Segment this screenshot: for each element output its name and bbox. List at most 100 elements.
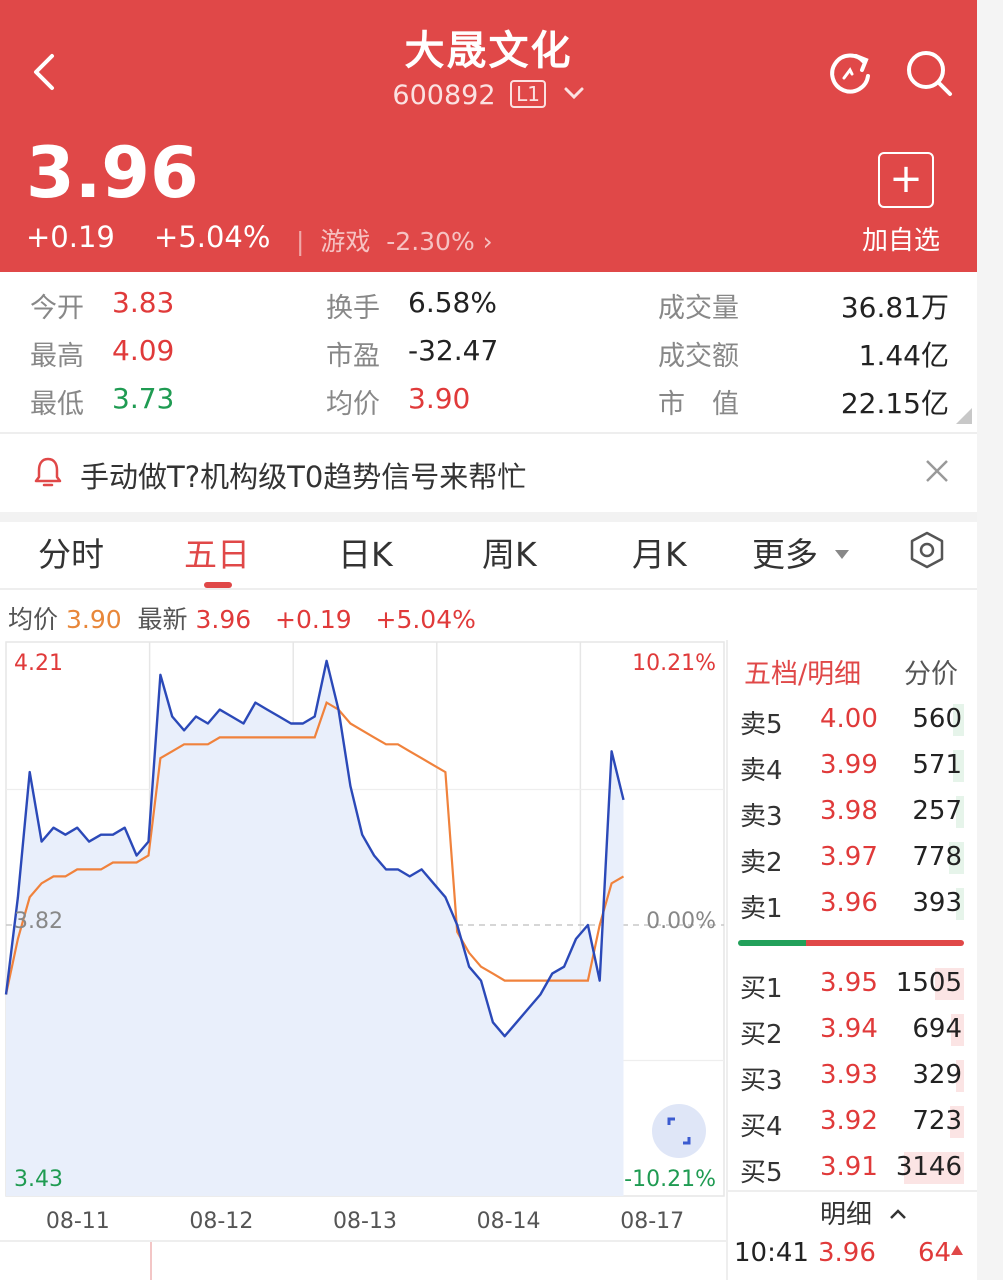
price-change-pct: +5.04% [154, 220, 271, 254]
bid-row[interactable]: 买1 3.95 1505 [736, 964, 968, 1004]
scroll-edge [977, 0, 1003, 1280]
caret-down-icon [834, 550, 849, 559]
summary-change-pct: +5.04% [375, 605, 476, 634]
promo-banner[interactable]: 手动做T?机构级T0趋势信号来帮忙 [0, 432, 977, 512]
x-tick-label: 08-11 [46, 1209, 110, 1234]
tab-more[interactable]: 更多 [752, 528, 851, 576]
stat-label: 市盈 [326, 341, 380, 372]
search-icon[interactable] [904, 48, 954, 98]
tab-price-distribution[interactable]: 分价 [904, 652, 958, 691]
ask-row[interactable]: 卖5 4.00 560 [736, 700, 968, 740]
y-tick-top: 4.21 [14, 651, 63, 676]
level-label: 卖4 [740, 756, 783, 786]
sector-name: 游戏 [320, 227, 371, 256]
price-area-fill [6, 660, 624, 1196]
stat-label: 今开 [30, 293, 84, 324]
tab-daily-k[interactable]: 日K [338, 528, 393, 576]
stat-amount: 1.44亿 [858, 339, 949, 372]
chevron-down-icon[interactable] [563, 86, 585, 102]
chart-summary: 均价 3.90 最新 3.96 +0.19 +5.04% [8, 600, 476, 636]
y-pct-bottom: -10.21% [624, 1167, 716, 1192]
stat-label: 成交量 [658, 293, 739, 324]
detail-divider [726, 1190, 977, 1192]
level-volume: 3146 [895, 1152, 962, 1182]
level-volume: 393 [912, 888, 962, 918]
tab-intraday[interactable]: 分时 [38, 528, 104, 576]
ask-row[interactable]: 卖1 3.96 393 [736, 884, 968, 924]
volume-bar [150, 1242, 152, 1280]
bid-row[interactable]: 买4 3.92 723 [736, 1102, 968, 1142]
level-volume: 694 [912, 1014, 962, 1044]
five-day-chart[interactable]: 4.21 3.82 3.43 10.21% 0.00% -10.21% 08-1… [0, 640, 726, 1280]
stat-label: 最低 [30, 389, 84, 420]
sector-link[interactable]: | 游戏 -2.30% › [296, 222, 493, 258]
add-watchlist-button[interactable]: 加自选 [862, 220, 940, 257]
settings-icon[interactable] [908, 530, 946, 570]
x-tick-label: 08-13 [333, 1209, 397, 1234]
tab-weekly-k[interactable]: 周K [482, 528, 537, 576]
level-volume: 257 [912, 796, 962, 826]
sector-change: -2.30% [386, 227, 475, 256]
x-tick-label: 08-17 [620, 1209, 684, 1234]
avg-label: 均价 [8, 605, 59, 634]
level-volume: 571 [912, 750, 962, 780]
expand-corner-icon[interactable] [954, 406, 974, 426]
level-price: 3.99 [820, 750, 878, 780]
level-label: 买2 [740, 1020, 783, 1050]
level-price: 3.94 [820, 1014, 878, 1044]
x-axis-labels: 08-11 08-12 08-13 08-14 08-17 [46, 1209, 684, 1234]
bid-row[interactable]: 买3 3.93 329 [736, 1056, 968, 1096]
stat-label: 市 值 [658, 389, 739, 420]
stat-label: 成交额 [658, 341, 739, 372]
tab-five-day[interactable]: 五日 [184, 528, 250, 576]
level-label: 买5 [740, 1158, 783, 1188]
ask-row[interactable]: 卖4 3.99 571 [736, 746, 968, 786]
detail-toggle[interactable]: 明细 [820, 1194, 908, 1231]
stock-code: 600892 [392, 80, 496, 111]
stat-open: 3.83 [112, 286, 175, 319]
level-price: 3.98 [820, 796, 878, 826]
fullscreen-button[interactable] [652, 1104, 706, 1158]
stat-avg: 3.90 [408, 382, 471, 415]
section-divider [0, 512, 977, 522]
ask-row[interactable]: 卖2 3.97 778 [736, 838, 968, 878]
level-label: 卖2 [740, 848, 783, 878]
level-price: 3.97 [820, 842, 878, 872]
summary-change: +0.19 [275, 605, 352, 634]
bid-ask-ratio-bar [738, 940, 964, 946]
x-tick-label: 08-14 [477, 1209, 541, 1234]
y-tick-bottom: 3.43 [14, 1167, 63, 1192]
promo-text: 手动做T?机构级T0趋势信号来帮忙 [80, 460, 527, 494]
trade-volume: 64 [918, 1238, 952, 1268]
level-label: 卖3 [740, 802, 783, 832]
bell-icon [34, 457, 62, 487]
bid-row[interactable]: 买5 3.91 3146 [736, 1148, 968, 1188]
plus-icon[interactable]: + [878, 152, 934, 208]
stat-volume: 36.81万 [840, 291, 949, 324]
level-volume: 560 [912, 704, 962, 734]
ask-row[interactable]: 卖3 3.98 257 [736, 792, 968, 832]
level-label: 卖5 [740, 710, 783, 740]
level-label: 买1 [740, 974, 783, 1004]
stat-label: 最高 [30, 341, 84, 372]
level-price: 3.92 [820, 1106, 878, 1136]
current-price: 3.96 [26, 132, 199, 214]
stat-turnover: 6.58% [408, 286, 497, 319]
detail-label: 明细 [820, 1200, 873, 1230]
stat-pe: -32.47 [408, 334, 499, 367]
bid-row[interactable]: 买2 3.94 694 [736, 1010, 968, 1050]
avg-value: 3.90 [65, 605, 122, 634]
level-price: 3.96 [820, 888, 878, 918]
level-volume: 1505 [895, 968, 962, 998]
level-label: 买4 [740, 1112, 783, 1142]
level-volume: 329 [912, 1060, 962, 1090]
refresh-icon[interactable] [826, 50, 874, 96]
tab-orderbook[interactable]: 五档/明细 [744, 652, 861, 691]
chevron-right-icon: › [482, 227, 493, 256]
level-volume: 723 [912, 1106, 962, 1136]
tab-monthly-k[interactable]: 月K [632, 528, 687, 576]
stat-label: 均价 [326, 389, 380, 420]
x-tick-label: 08-12 [189, 1209, 253, 1234]
close-icon[interactable] [924, 458, 950, 484]
y-pct-top: 10.21% [632, 651, 716, 676]
